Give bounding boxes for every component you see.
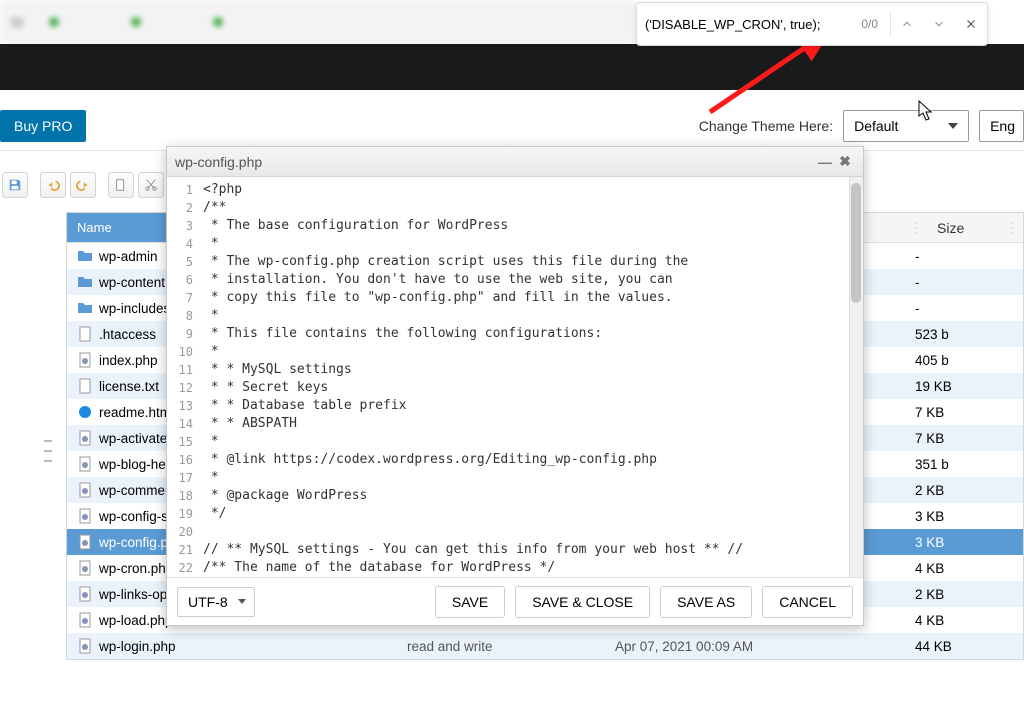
file-perm: read and write (397, 639, 605, 654)
minimize-icon[interactable]: — (815, 154, 835, 170)
admin-bar (0, 44, 1024, 90)
col-header-size[interactable]: Size (927, 214, 1001, 242)
file-name: readme.html (99, 405, 174, 420)
php-icon (77, 508, 93, 524)
file-name: wp-cron.php (99, 561, 173, 576)
file-name: index.php (99, 353, 158, 368)
save-as-button[interactable]: SAVE AS (660, 586, 752, 618)
php-icon (77, 612, 93, 628)
editor-titlebar[interactable]: wp-config.php — ✖ (167, 147, 863, 177)
file-name: wp-login.php (99, 639, 176, 654)
php-icon (77, 560, 93, 576)
save-close-button[interactable]: SAVE & CLOSE (515, 586, 650, 618)
php-icon (77, 482, 93, 498)
encoding-select[interactable]: UTF-8 (177, 587, 255, 617)
theme-select[interactable]: Default (843, 110, 969, 142)
html-icon (77, 404, 93, 420)
scroll-thumb[interactable] (851, 183, 861, 303)
file-icon (77, 326, 93, 342)
folder-icon (77, 248, 93, 264)
code-editor-modal: wp-config.php — ✖ 1234567891011121314151… (166, 146, 864, 626)
file-modified: Apr 07, 2021 00:09 AM (605, 639, 905, 654)
vertical-scrollbar[interactable] (849, 177, 863, 577)
find-count: 0/0 (857, 17, 890, 31)
file-name: wp-load.php (99, 613, 173, 628)
browser-tab-strip: St (0, 0, 636, 44)
buy-pro-button[interactable]: Buy PRO (0, 110, 86, 142)
find-prev-button[interactable] (891, 4, 923, 44)
file-size: - (905, 275, 1023, 290)
find-input[interactable] (637, 9, 857, 39)
theme-label: Change Theme Here: (699, 118, 833, 134)
save-button[interactable]: SAVE (435, 586, 505, 618)
php-icon (77, 586, 93, 602)
file-name: wp-admin (99, 249, 158, 264)
php-icon (77, 534, 93, 550)
file-size: 3 KB (905, 535, 1023, 550)
file-size: 7 KB (905, 405, 1023, 420)
file-size: 523 b (905, 327, 1023, 342)
editor-footer: UTF-8 SAVE SAVE & CLOSE SAVE AS CANCEL (167, 577, 863, 625)
file-size: 405 b (905, 353, 1023, 368)
page-toolbar: Buy PRO Change Theme Here: Default Eng (0, 108, 1024, 144)
file-name: wp-content (99, 275, 165, 290)
grip-icon: ⋮ (1001, 219, 1023, 236)
line-gutter: 12345678910111213141516171819202122 (167, 177, 199, 577)
table-row[interactable]: wp-login.php read and writeApr 07, 2021 0… (67, 633, 1023, 659)
file-size: - (905, 301, 1023, 316)
find-next-button[interactable] (923, 4, 955, 44)
php-icon (77, 352, 93, 368)
file-size: 4 KB (905, 561, 1023, 576)
folder-icon (77, 300, 93, 316)
file-size: 351 b (905, 457, 1023, 472)
browser-find-bar: 0/0 (636, 2, 988, 46)
file-icon (77, 378, 93, 394)
cut-icon[interactable] (138, 172, 164, 198)
file-name: .htaccess (99, 327, 156, 342)
undo-icon[interactable] (40, 172, 66, 198)
php-icon (77, 456, 93, 472)
file-size: 2 KB (905, 483, 1023, 498)
editor-title-text: wp-config.php (175, 154, 815, 170)
new-file-icon[interactable] (108, 172, 134, 198)
save-icon[interactable] (2, 172, 28, 198)
file-size: - (905, 249, 1023, 264)
file-size: 4 KB (905, 613, 1023, 628)
panel-collapse-handle[interactable] (44, 440, 52, 462)
close-icon[interactable]: ✖ (835, 153, 855, 170)
file-size: 2 KB (905, 587, 1023, 602)
code-area[interactable]: 12345678910111213141516171819202122 <?ph… (167, 177, 863, 577)
file-size: 3 KB (905, 509, 1023, 524)
file-name: wp-includes (99, 301, 170, 316)
file-action-toolbar (2, 172, 164, 198)
cancel-button[interactable]: CANCEL (762, 586, 853, 618)
file-name: license.txt (99, 379, 159, 394)
php-icon (77, 638, 93, 654)
find-close-button[interactable] (955, 4, 987, 44)
language-button[interactable]: Eng (979, 110, 1024, 142)
redo-icon[interactable] (70, 172, 96, 198)
file-size: 19 KB (905, 379, 1023, 394)
grip-icon: ⋮ (905, 219, 927, 236)
file-size: 44 KB (905, 639, 1023, 654)
file-size: 7 KB (905, 431, 1023, 446)
code-content[interactable]: <?php /** * The base configuration for W… (199, 177, 863, 577)
folder-icon (77, 274, 93, 290)
php-icon (77, 430, 93, 446)
